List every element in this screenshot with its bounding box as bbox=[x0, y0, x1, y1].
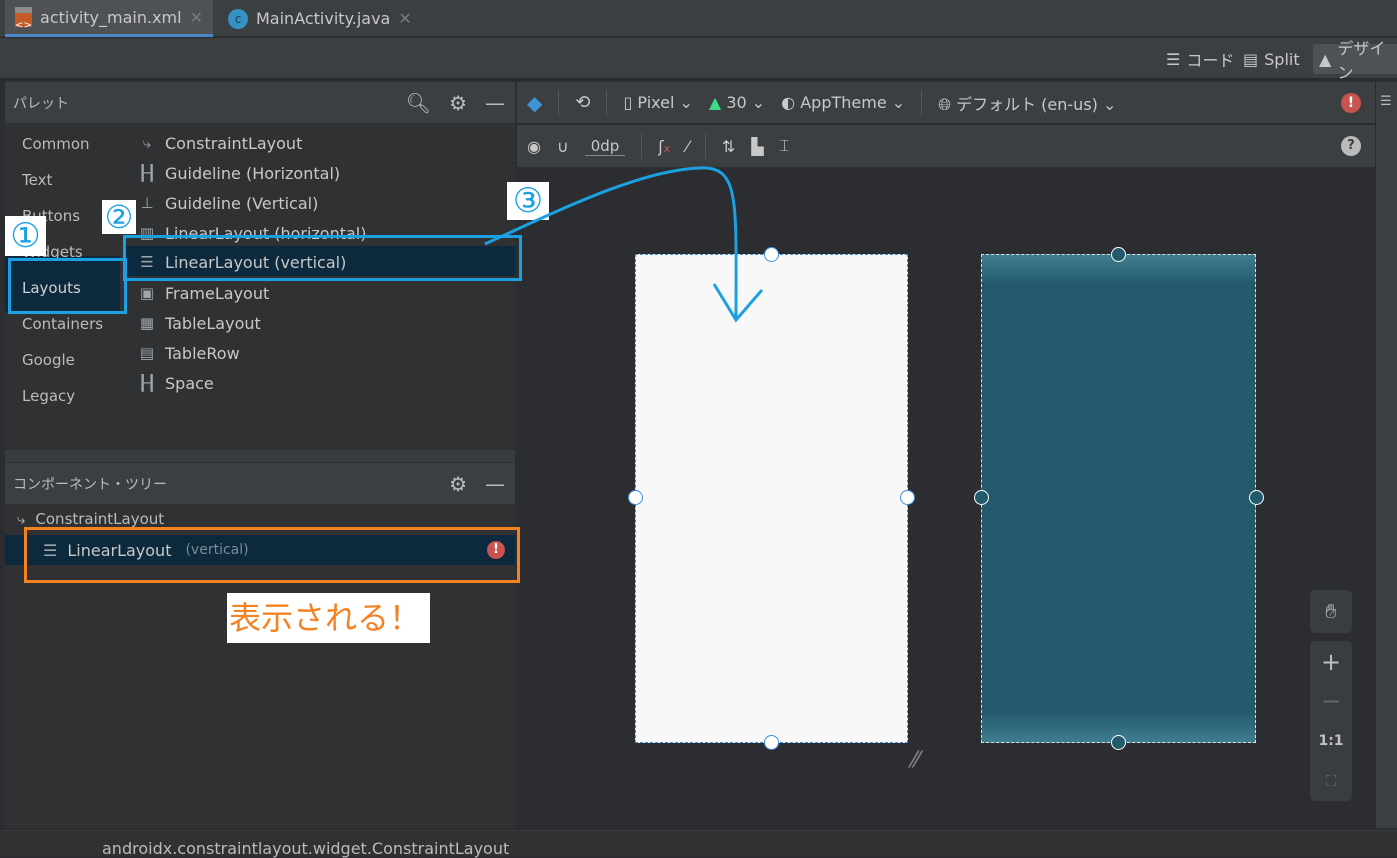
annotation-arrow bbox=[484, 166, 764, 323]
annotation-note: 表示される！ bbox=[227, 593, 430, 643]
annotation-box-tree bbox=[24, 527, 520, 583]
